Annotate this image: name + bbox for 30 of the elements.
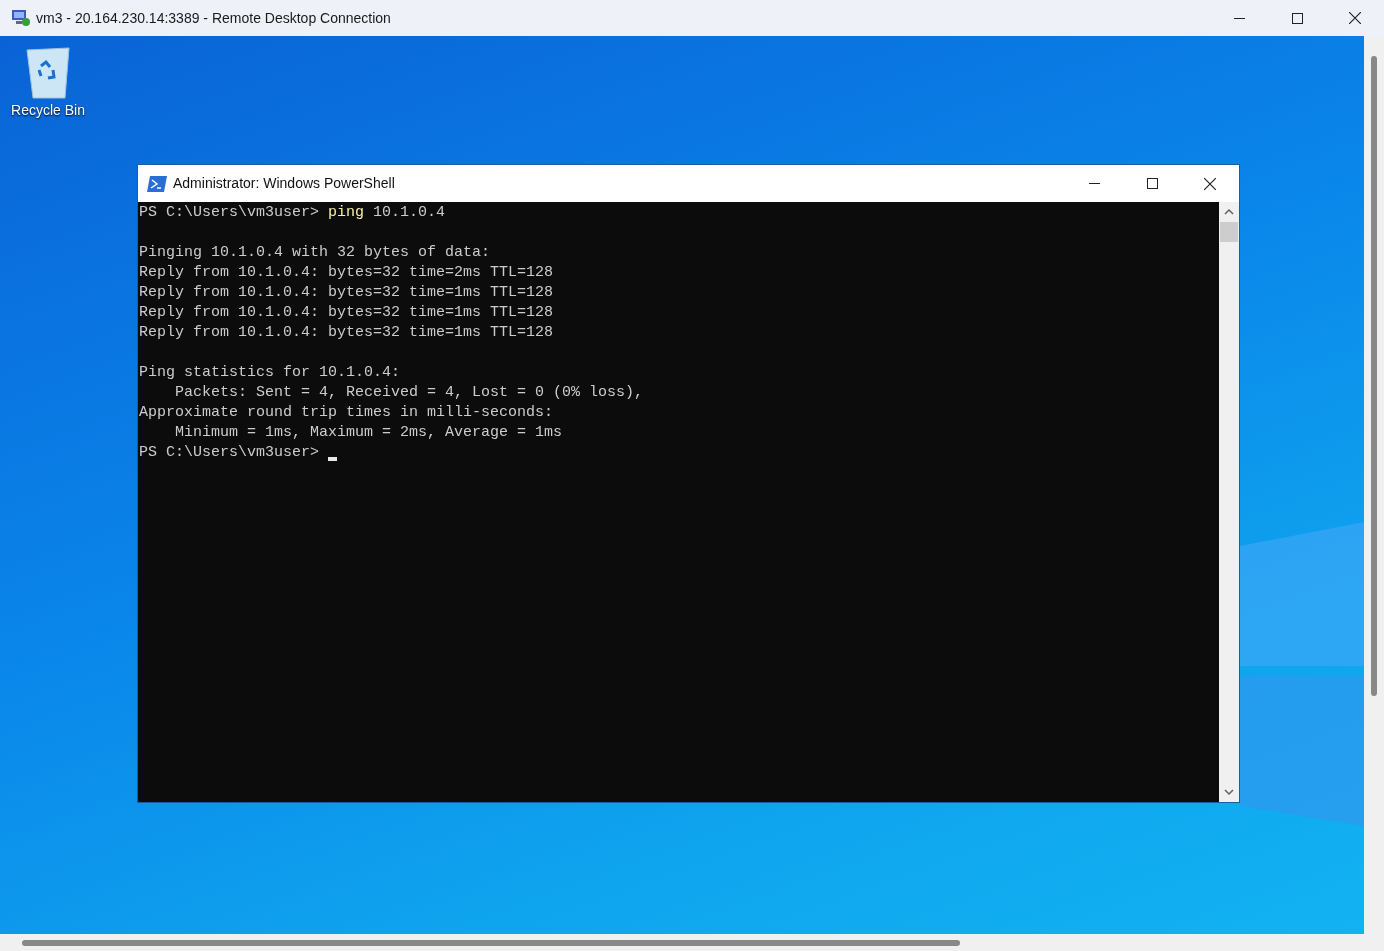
output-line: Reply from 10.1.0.4: bytes=32 time=1ms TTL=128 [139,283,554,303]
scrollbar-thumb[interactable] [1220,222,1238,242]
close-icon [1349,12,1361,24]
minimize-icon [1088,183,1100,184]
output-line: Packets: Sent = 4, Received = 4, Lost = 0 (0% loss), [174,383,644,403]
output-line: Minimum = 1ms, Maximum = 2ms, Average = 1ms [174,423,563,443]
command-name: ping [328,203,365,223]
scrollbar-thumb[interactable] [1371,56,1377,696]
output-line: Ping statistics for 10.1.0.4: [139,363,401,383]
maximize-icon [1291,12,1303,24]
command-argument: 10.1.0.4 [373,203,446,223]
powershell-icon [147,175,167,192]
window-title: Administrator: Windows PowerShell [173,174,395,193]
vertical-scrollbar[interactable] [1219,202,1239,802]
output-line: Reply from 10.1.0.4: bytes=32 time=2ms TTL=128 [139,263,554,283]
scrollbar-thumb[interactable] [22,939,960,946]
output-line: Reply from 10.1.0.4: bytes=32 time=1ms TTL=128 [139,303,554,323]
maximize-icon [1146,178,1158,189]
output-line: Approximate round trip times in milli-seconds: [139,403,554,423]
recycle-bin-label: Recycle Bin [11,101,85,120]
recycle-bin-icon [23,44,73,100]
close-icon [1204,177,1216,190]
output-line: Pinging 10.1.0.4 with 32 bytes of data: [139,243,491,263]
prompt-text: PS C:\Users\vm3user> [139,443,320,463]
remote-desktop-icon [11,9,31,27]
window-title: vm3 - 20.164.230.14:3389 - Remote Desktop Connection [36,8,391,28]
output-line: Reply from 10.1.0.4: bytes=32 time=1ms TTL=128 [139,323,554,343]
minimize-icon [1233,17,1245,19]
prompt-text: PS C:\Users\vm3user> [139,203,320,223]
recycle-bin-item[interactable]: Recycle Bin [8,44,88,121]
